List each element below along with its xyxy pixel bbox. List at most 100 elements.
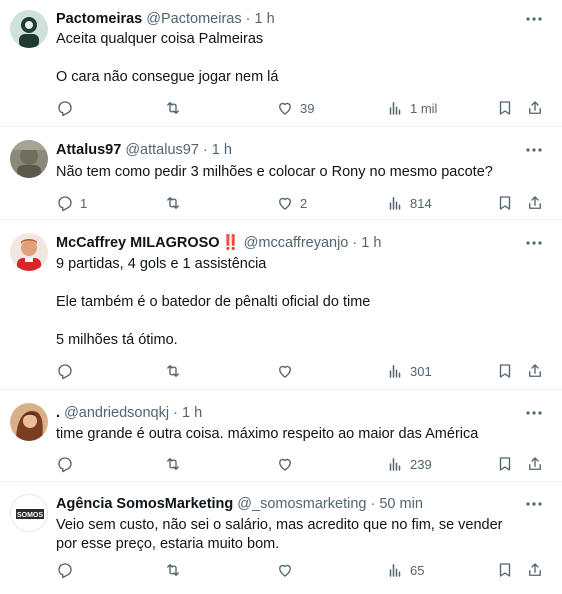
timestamp[interactable]: 1 h <box>361 235 381 251</box>
author-name[interactable]: Attalus97 <box>56 142 121 158</box>
timestamp[interactable]: 1 h <box>212 142 232 158</box>
views-icon <box>386 362 404 380</box>
retweet-button[interactable] <box>164 453 188 475</box>
avatar[interactable]: SOMOS <box>10 494 48 532</box>
separator-dot: · <box>202 142 208 158</box>
author-handle[interactable]: @attalus97 <box>125 142 199 158</box>
share-button[interactable] <box>526 559 544 581</box>
like-icon <box>276 362 294 380</box>
tweet-content: Pactomeiras @Pactomeiras · 1 h Aceita qu… <box>56 10 550 87</box>
bookmark-button[interactable] <box>496 360 514 382</box>
author-name[interactable]: . <box>56 405 60 421</box>
views-icon <box>386 194 404 212</box>
tweet-header: . @andriedsonqkj · 1 h <box>56 404 550 423</box>
reply-icon <box>56 561 74 579</box>
retweet-button[interactable] <box>164 97 188 119</box>
author-handle[interactable]: @mccaffreyanjo <box>244 235 349 251</box>
retweet-button[interactable] <box>164 192 188 214</box>
like-button[interactable]: 39 <box>276 97 314 119</box>
like-count: 39 <box>300 100 315 116</box>
bookmark-button[interactable] <box>496 192 514 214</box>
like-icon <box>276 455 294 473</box>
action-bar: 65 <box>56 559 550 581</box>
tweet[interactable]: Pactomeiras @Pactomeiras · 1 h Aceita qu… <box>0 0 562 127</box>
reply-button[interactable] <box>56 360 80 382</box>
tweet-content: McCaffrey MILAGROSO ‼️ @mccaffreyanjo · 1… <box>56 234 550 350</box>
action-bar: 301 <box>56 360 550 382</box>
tweet-content: Attalus97 @attalus97 · 1 h Não tem como … <box>56 141 550 182</box>
like-button[interactable] <box>276 453 300 475</box>
bookmark-button[interactable] <box>496 559 514 581</box>
reply-icon <box>56 99 74 117</box>
action-bar: 39 1 mil <box>56 97 550 119</box>
retweet-icon <box>164 362 182 380</box>
retweet-icon <box>164 99 182 117</box>
views-count: 1 mil <box>410 100 438 116</box>
more-icon[interactable] <box>524 495 544 513</box>
avatar[interactable] <box>10 403 48 441</box>
action-bar: 1 2 814 <box>56 192 550 214</box>
retweet-button[interactable] <box>164 360 188 382</box>
tweet[interactable]: . @andriedsonqkj · 1 h time grande é out… <box>0 390 562 482</box>
more-icon[interactable] <box>524 404 544 422</box>
more-icon[interactable] <box>524 234 544 252</box>
separator-dot: · <box>370 496 376 512</box>
tweet[interactable]: McCaffrey MILAGROSO ‼️ @mccaffreyanjo · 1… <box>0 220 562 390</box>
author-name[interactable]: Agência SomosMarketing <box>56 496 233 512</box>
like-icon <box>276 561 294 579</box>
bookmark-icon <box>496 561 514 579</box>
bookmark-button[interactable] <box>496 453 514 475</box>
badge-emoji: ‼️ <box>221 235 240 251</box>
bookmark-icon <box>496 99 514 117</box>
tweet[interactable]: SOMOS Agência SomosMarketing @_somosmark… <box>0 482 562 594</box>
retweet-icon <box>164 561 182 579</box>
tweet-line: Aceita qualquer coisa Palmeiras <box>56 31 264 47</box>
more-icon[interactable] <box>524 10 544 28</box>
views-button[interactable]: 65 <box>386 559 424 581</box>
bookmark-button[interactable] <box>496 97 514 119</box>
author-name[interactable]: McCaffrey MILAGROSO <box>56 235 220 251</box>
share-icon <box>526 362 544 380</box>
tweet[interactable]: Attalus97 @attalus97 · 1 h Não tem como … <box>0 127 562 220</box>
author-handle[interactable]: @Pactomeiras <box>146 11 241 27</box>
share-icon <box>526 99 544 117</box>
views-button[interactable]: 814 <box>386 192 432 214</box>
like-button[interactable] <box>276 360 300 382</box>
separator-dot: · <box>173 405 178 421</box>
bookmark-icon <box>496 194 514 212</box>
bookmark-icon <box>496 362 514 380</box>
avatar[interactable] <box>10 233 48 271</box>
tweet-line: Veio sem custo, não sei o salário, mas a… <box>56 517 503 552</box>
retweet-icon <box>164 194 182 212</box>
reply-button[interactable]: 1 <box>56 192 87 214</box>
author-name[interactable]: Pactomeiras <box>56 11 142 27</box>
more-icon[interactable] <box>524 141 544 159</box>
share-icon <box>526 561 544 579</box>
tweet-header: Pactomeiras @Pactomeiras · 1 h <box>56 10 550 29</box>
views-button[interactable]: 1 mil <box>386 97 437 119</box>
views-icon <box>386 455 404 473</box>
avatar[interactable] <box>10 140 48 178</box>
timestamp[interactable]: 1 h <box>255 11 275 27</box>
share-button[interactable] <box>526 360 544 382</box>
reply-button[interactable] <box>56 97 80 119</box>
share-button[interactable] <box>526 453 544 475</box>
views-count: 239 <box>410 456 432 472</box>
like-button[interactable] <box>276 559 300 581</box>
share-button[interactable] <box>526 97 544 119</box>
timestamp[interactable]: 1 h <box>182 405 202 421</box>
views-icon <box>386 561 404 579</box>
reply-button[interactable] <box>56 453 80 475</box>
retweet-button[interactable] <box>164 559 188 581</box>
views-button[interactable]: 239 <box>386 453 432 475</box>
author-handle[interactable]: @_somosmarketing <box>237 496 366 512</box>
share-button[interactable] <box>526 192 544 214</box>
like-button[interactable]: 2 <box>276 192 307 214</box>
avatar[interactable] <box>10 10 48 48</box>
reply-icon <box>56 455 74 473</box>
author-handle[interactable]: @andriedsonqkj <box>64 405 169 421</box>
views-button[interactable]: 301 <box>386 360 432 382</box>
reply-button[interactable] <box>56 559 80 581</box>
timestamp[interactable]: 50 min <box>379 496 423 512</box>
tweet-text: 9 partidas, 4 gols e 1 assistência Ele t… <box>56 255 550 350</box>
